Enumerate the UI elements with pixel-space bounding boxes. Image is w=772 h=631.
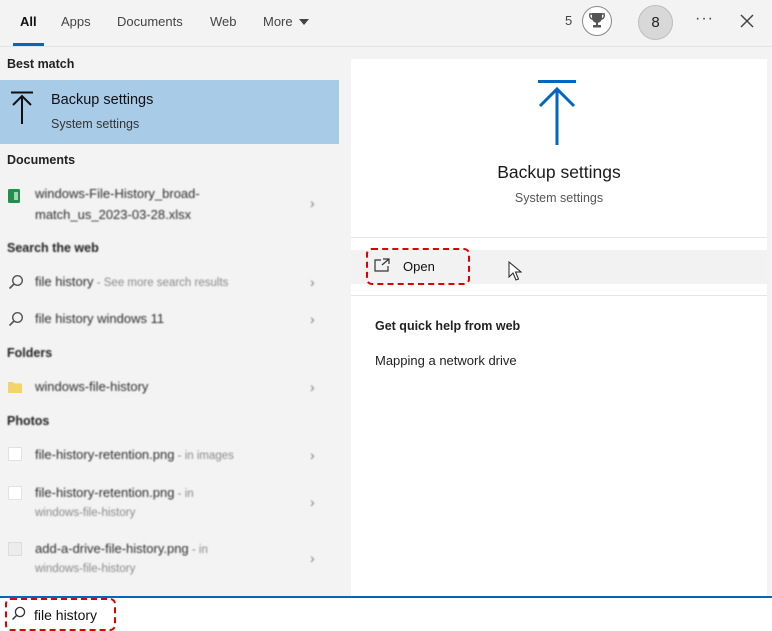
search-box[interactable] [0,596,772,631]
search-icon [8,311,24,332]
list-item[interactable]: windows-File-History_broad- match_us_202… [0,182,339,226]
list-item[interactable]: file-history-retention.png - in windows-… [0,481,339,525]
photo-folder: windows-file-history [35,507,136,519]
photo-name: file-history-retention.png [35,447,175,462]
folder-name: windows-file-history [35,379,149,394]
photo-folder: windows-file-history [35,563,136,575]
search-icon [8,274,24,295]
quick-help-heading: Get quick help from web [375,319,521,333]
more-options-button[interactable]: ··· [695,10,714,28]
divider [351,237,767,238]
tab-all[interactable]: All [13,0,44,46]
list-item[interactable]: file-history-retention.png - in images › [0,441,339,471]
preview-pane: Backup settings System settings Open Get… [351,59,767,596]
backup-arrow-icon [537,79,577,152]
account-avatar[interactable]: 8 [638,5,673,40]
search-icon [11,606,26,626]
divider [351,295,767,296]
rewards-points: 5 [565,13,573,28]
photo-name: file-history-retention.png [35,485,175,500]
backup-arrow-icon [10,91,34,130]
open-label: Open [403,259,435,274]
documents-label: Documents [7,153,76,167]
tab-documents[interactable]: Documents [117,0,183,46]
chevron-right-icon[interactable]: › [310,311,315,327]
mouse-cursor-icon [508,260,523,286]
photos-label: Photos [7,414,50,428]
chevron-right-icon[interactable]: › [310,379,315,395]
web-query: file history windows 11 [35,311,165,326]
close-icon[interactable] [740,14,754,33]
chevron-right-icon[interactable]: › [310,494,315,510]
photo-result: file-history-retention.png - in images [35,447,234,462]
help-link-mapping-network-drive[interactable]: Mapping a network drive [375,353,517,368]
photo-name: add-a-drive-file-history.png [35,541,189,556]
preview-subtitle: System settings [514,191,604,205]
search-web-label: Search the web [7,241,99,255]
best-match-item[interactable]: Backup settings System settings [0,80,339,144]
document-name-line1: windows-File-History_broad- [35,186,200,201]
image-file-icon [8,447,22,466]
search-input[interactable] [34,604,734,626]
photo-result: add-a-drive-file-history.png - in [35,541,208,556]
chevron-right-icon[interactable]: › [310,195,315,211]
list-item[interactable]: file history windows 11 › [0,306,339,336]
folders-label: Folders [7,346,53,360]
folder-icon [8,380,22,398]
results-list: Best match Backup settings System settin… [0,47,340,596]
image-file-icon [8,486,22,505]
photo-location: - in images [174,450,234,462]
best-match-title: Backup settings [51,92,154,108]
photo-location: - in [188,544,208,556]
search-filter-bar: All Apps Documents Web More 5 8 ··· [0,0,772,47]
tab-more[interactable]: More [263,0,309,46]
best-match-label: Best match [7,57,75,71]
list-item[interactable]: windows-file-history › [0,373,339,403]
open-button[interactable]: Open [351,250,767,284]
list-item[interactable]: file history - See more search results › [0,269,339,299]
preview-title: Backup settings [497,162,621,182]
best-match-subtitle: System settings [51,117,140,131]
chevron-right-icon[interactable]: › [310,274,315,290]
excel-file-icon [8,189,20,208]
tab-web[interactable]: Web [210,0,237,46]
rewards-trophy-icon[interactable] [582,6,612,36]
web-result-text: file history - See more search results [35,274,228,289]
chevron-right-icon[interactable]: › [310,447,315,463]
web-query: file history [35,274,94,289]
tab-apps[interactable]: Apps [61,0,91,46]
tab-more-label: More [263,14,293,29]
list-item[interactable]: add-a-drive-file-history.png - in window… [0,537,339,581]
web-hint: - See more search results [93,277,229,289]
chevron-right-icon[interactable]: › [310,550,315,566]
image-file-icon [8,542,22,561]
open-external-icon [374,258,390,277]
photo-result: file-history-retention.png - in [35,485,194,500]
photo-location: - in [174,488,194,500]
chevron-down-icon [298,18,309,25]
document-name-line2: match_us_2023-03-28.xlsx [35,207,192,222]
